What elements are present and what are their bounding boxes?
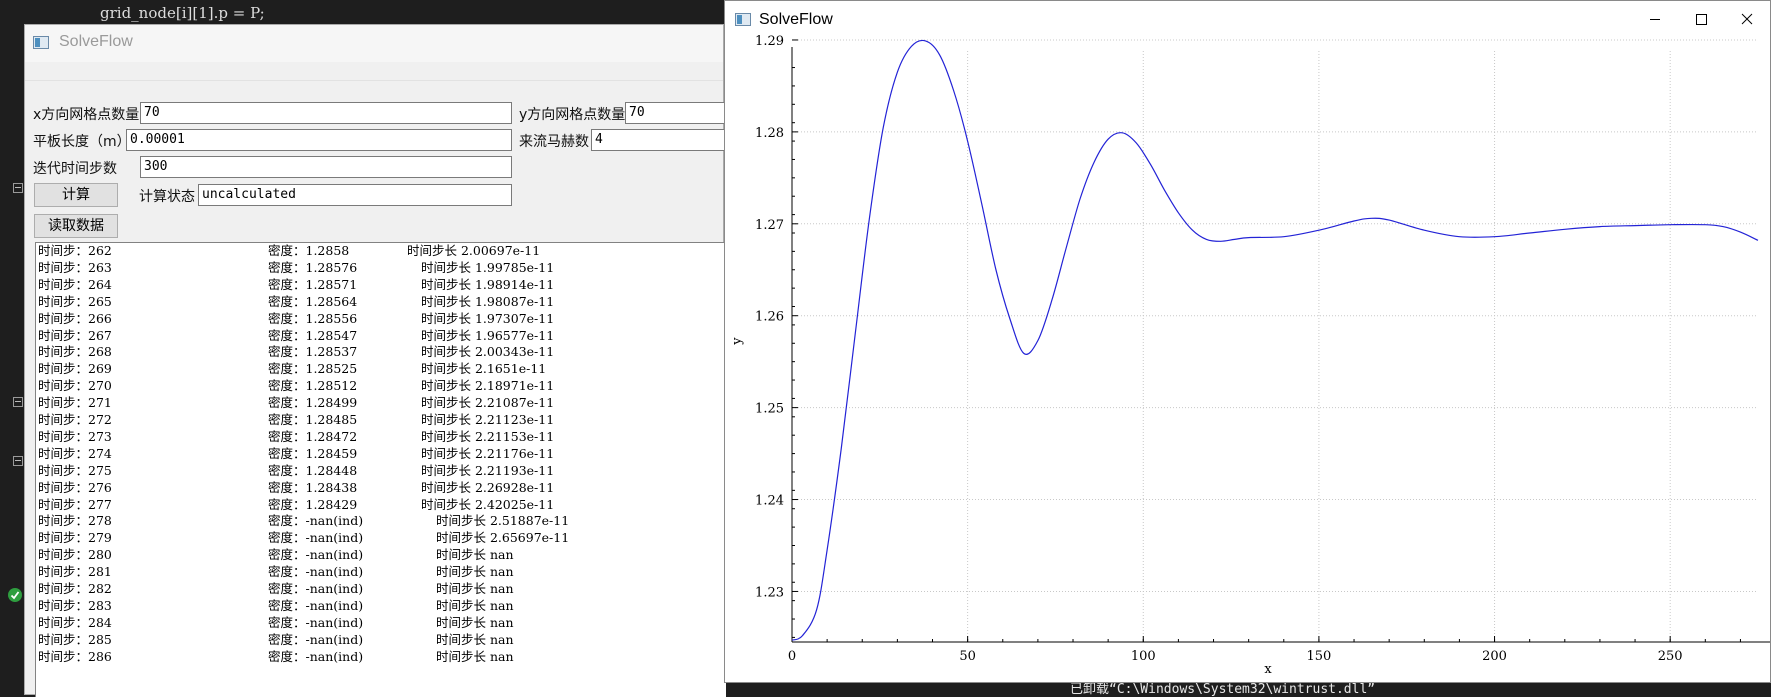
log-step: 时间步：286	[38, 648, 112, 664]
compute-button[interactable]: 计算	[34, 183, 118, 207]
check-circle-icon	[8, 588, 22, 602]
x-tick-label: 0	[788, 649, 796, 664]
menu-strip	[25, 62, 723, 81]
log-row: 时间步：284 密度：-nan(ind) 时间步长 nan	[36, 612, 726, 630]
x-tick-label: 200	[1482, 649, 1507, 664]
log-row: 时间步：286 密度：-nan(ind) 时间步长 nan	[36, 646, 726, 664]
y-tick-label: 1.26	[755, 310, 784, 325]
log-row: 时间步：275 密度：1.28448 时间步长 2.21193e-11	[36, 460, 726, 478]
x-tick-label: 150	[1306, 649, 1331, 664]
y-tick-label: 1.23	[755, 585, 784, 600]
x-axis-label: x	[1264, 662, 1272, 677]
log-row: 时间步：276 密度：1.28438 时间步长 2.26928e-11	[36, 477, 726, 495]
y-grid-label: y方向网格点数量	[519, 107, 626, 123]
title-bar[interactable]: SolveFlow	[25, 25, 723, 62]
y-tick-label: 1.27	[755, 218, 784, 233]
y-tick-label: 1.29	[755, 34, 784, 49]
y-tick-label: 1.28	[755, 126, 784, 141]
x-tick-label: 250	[1658, 649, 1683, 664]
log-row: 时间步：283 密度：-nan(ind) 时间步长 nan	[36, 595, 726, 613]
fold-marker[interactable]	[13, 456, 23, 466]
status-field: uncalculated	[198, 184, 512, 206]
y-grid-input[interactable]: 70	[625, 102, 735, 124]
fold-marker[interactable]	[13, 397, 23, 407]
log-row: 时间步：271 密度：1.28499 时间步长 2.21087e-11	[36, 392, 726, 410]
mach-label: 来流马赫数	[519, 134, 589, 150]
log-row: 时间步：278 密度：-nan(ind) 时间步长 2.51887e-11	[36, 510, 726, 528]
log-row: 时间步：269 密度：1.28525 时间步长 2.1651e-11	[36, 358, 726, 376]
read-data-button[interactable]: 读取数据	[34, 214, 118, 238]
y-axis-label: y	[730, 337, 745, 346]
log-timestep: 时间步长 nan	[436, 648, 514, 664]
log-row: 时间步：268 密度：1.28537 时间步长 2.00343e-11	[36, 341, 726, 359]
x-grid-input[interactable]: 70	[140, 102, 512, 124]
time-steps-label: 迭代时间步数	[33, 161, 117, 177]
x-grid-label: x方向网格点数量	[33, 107, 140, 123]
line-chart[interactable]: 0 50 100 150 200 250 1.23 1.24 1.25 1.26 1.27 1.28 1…	[725, 1, 1770, 682]
log-row: 时间步：264 密度：1.28571 时间步长 1.98914e-11	[36, 274, 726, 292]
log-density: 密度：-nan(ind)	[268, 648, 364, 664]
log-row: 时间步：282 密度：-nan(ind) 时间步长 nan	[36, 578, 726, 596]
solveflow-plot-window: SolveFlow 0 50 100 150 200 250 1.23 1.24 1.25 1.2…	[724, 0, 1771, 683]
log-row: 时间步：266 密度：1.28556 时间步长 1.97307e-11	[36, 308, 726, 326]
y-tick-label: 1.24	[755, 494, 784, 509]
log-row: 时间步：273 密度：1.28472 时间步长 2.21153e-11	[36, 426, 726, 444]
log-row: 时间步：272 密度：1.28485 时间步长 2.21123e-11	[36, 409, 726, 427]
log-row: 时间步：262 密度：1.2858 时间步长 2.00697e-11	[36, 243, 726, 258]
log-row: 时间步：281 密度：-nan(ind) 时间步长 nan	[36, 561, 726, 579]
plate-length-label: 平板长度（m）	[33, 134, 131, 150]
x-tick-label: 100	[1131, 649, 1156, 664]
y-tick-label: 1.25	[755, 402, 784, 417]
log-row: 时间步：279 密度：-nan(ind) 时间步长 2.65697e-11	[36, 527, 726, 545]
mach-input[interactable]: 4	[591, 129, 735, 151]
log-row: 时间步：280 密度：-nan(ind) 时间步长 nan	[36, 544, 726, 562]
log-output[interactable]: 时间步：262 密度：1.2858 时间步长 2.00697e-11 时间步：263 密…	[35, 242, 726, 697]
app-window-icon	[33, 36, 49, 49]
log-row: 时间步：274 密度：1.28459 时间步长 2.21176e-11	[36, 443, 726, 461]
status-label: 计算状态	[139, 189, 195, 205]
x-tick-label: 50	[959, 649, 976, 664]
window-title: SolveFlow	[59, 33, 133, 50]
chart-series-line	[791, 39, 1759, 641]
log-row: 时间步：263 密度：1.28576 时间步长 1.99785e-11	[36, 257, 726, 275]
log-row: 时间步：267 密度：1.28547 时间步长 1.96577e-11	[36, 325, 726, 343]
fold-marker[interactable]	[13, 183, 23, 193]
log-row: 时间步：270 密度：1.28512 时间步长 2.18971e-11	[36, 375, 726, 393]
time-steps-input[interactable]: 300	[140, 156, 512, 178]
plate-length-input[interactable]: 0.00001	[126, 129, 512, 151]
log-row: 时间步：277 密度：1.28429 时间步长 2.42025e-11	[36, 494, 726, 512]
solveflow-input-window: SolveFlow x方向网格点数量 70 y方向网格点数量 70 平板长度（m…	[24, 24, 735, 697]
log-row: 时间步：265 密度：1.28564 时间步长 1.98087e-11	[36, 291, 726, 309]
code-line: grid_node[i][1].p = P;	[100, 4, 265, 22]
log-row: 时间步：285 密度：-nan(ind) 时间步长 nan	[36, 629, 726, 647]
